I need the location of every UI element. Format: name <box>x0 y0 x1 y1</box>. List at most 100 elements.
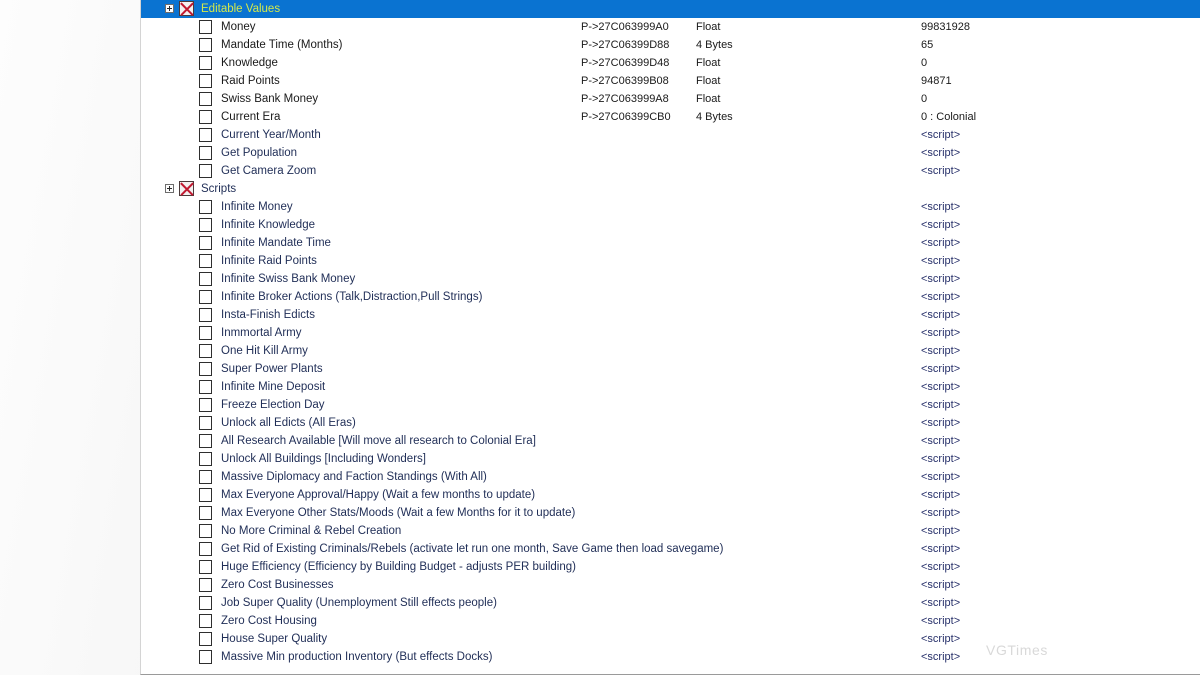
row-checkbox[interactable] <box>199 632 212 646</box>
table-row[interactable]: Super Power Plants<script> <box>141 360 1200 378</box>
table-row[interactable]: Infinite Knowledge<script> <box>141 216 1200 234</box>
table-row[interactable]: Max Everyone Approval/Happy (Wait a few … <box>141 486 1200 504</box>
table-row[interactable]: KnowledgeP->27C06399D48Float0 <box>141 54 1200 72</box>
table-row[interactable]: Unlock all Edicts (All Eras)<script> <box>141 414 1200 432</box>
row-value[interactable]: <script> <box>921 414 960 432</box>
row-checkbox[interactable] <box>199 434 212 448</box>
row-checkbox[interactable] <box>199 92 212 106</box>
table-row[interactable]: Infinite Swiss Bank Money<script> <box>141 270 1200 288</box>
row-value[interactable]: <script> <box>921 216 960 234</box>
table-row[interactable]: MoneyP->27C063999A0Float99831928 <box>141 18 1200 36</box>
row-checkbox[interactable] <box>199 542 212 556</box>
table-row[interactable]: Max Everyone Other Stats/Moods (Wait a f… <box>141 504 1200 522</box>
row-checkbox[interactable] <box>199 650 212 664</box>
table-row[interactable]: Get Rid of Existing Criminals/Rebels (ac… <box>141 540 1200 558</box>
row-checkbox[interactable] <box>199 488 212 502</box>
group-row[interactable]: Editable Values <box>141 0 1200 18</box>
row-value[interactable]: <script> <box>921 162 960 180</box>
row-value[interactable]: <script> <box>921 504 960 522</box>
group-row[interactable]: Scripts <box>141 180 1200 198</box>
row-checkbox[interactable] <box>199 290 212 304</box>
row-checkbox[interactable] <box>199 416 212 430</box>
row-checkbox[interactable] <box>199 20 212 34</box>
row-value[interactable]: <script> <box>921 396 960 414</box>
row-value[interactable]: <script> <box>921 306 960 324</box>
row-value[interactable]: <script> <box>921 540 960 558</box>
group-checkbox-red-x[interactable] <box>179 1 194 16</box>
row-checkbox[interactable] <box>199 74 212 88</box>
row-checkbox[interactable] <box>199 218 212 232</box>
table-row[interactable]: All Research Available [Will move all re… <box>141 432 1200 450</box>
row-checkbox[interactable] <box>199 560 212 574</box>
table-row[interactable]: Infinite Money<script> <box>141 198 1200 216</box>
row-checkbox[interactable] <box>199 326 212 340</box>
row-checkbox[interactable] <box>199 38 212 52</box>
expand-plus-icon[interactable] <box>165 184 174 193</box>
row-value[interactable]: <script> <box>921 288 960 306</box>
row-checkbox[interactable] <box>199 110 212 124</box>
table-row[interactable]: Infinite Mandate Time<script> <box>141 234 1200 252</box>
row-checkbox[interactable] <box>199 56 212 70</box>
row-checkbox[interactable] <box>199 308 212 322</box>
table-row[interactable]: Current EraP->27C06399CB04 Bytes0 : Colo… <box>141 108 1200 126</box>
table-row[interactable]: Zero Cost Housing<script> <box>141 612 1200 630</box>
row-value[interactable]: <script> <box>921 576 960 594</box>
row-checkbox[interactable] <box>199 146 212 160</box>
row-checkbox[interactable] <box>199 236 212 250</box>
row-checkbox[interactable] <box>199 452 212 466</box>
cheat-table-panel[interactable]: Editable ValuesMoneyP->27C063999A0Float9… <box>140 0 1200 675</box>
row-value[interactable]: 65 <box>921 36 933 54</box>
row-value[interactable]: <script> <box>921 594 960 612</box>
table-row[interactable]: Infinite Mine Deposit<script> <box>141 378 1200 396</box>
expand-plus-icon[interactable] <box>165 4 174 13</box>
table-row[interactable]: Huge Efficiency (Efficiency by Building … <box>141 558 1200 576</box>
row-value[interactable]: <script> <box>921 450 960 468</box>
row-checkbox[interactable] <box>199 128 212 142</box>
row-checkbox[interactable] <box>199 614 212 628</box>
row-value[interactable]: <script> <box>921 522 960 540</box>
row-value[interactable]: <script> <box>921 468 960 486</box>
table-row[interactable]: Infinite Broker Actions (Talk,Distractio… <box>141 288 1200 306</box>
row-checkbox[interactable] <box>199 344 212 358</box>
row-value[interactable]: <script> <box>921 324 960 342</box>
table-row[interactable]: Raid PointsP->27C06399B08Float94871 <box>141 72 1200 90</box>
row-checkbox[interactable] <box>199 470 212 484</box>
row-value[interactable]: <script> <box>921 198 960 216</box>
table-row[interactable]: Unlock All Buildings [Including Wonders]… <box>141 450 1200 468</box>
row-checkbox[interactable] <box>199 164 212 178</box>
row-checkbox[interactable] <box>199 506 212 520</box>
row-value[interactable]: <script> <box>921 126 960 144</box>
row-value[interactable]: <script> <box>921 234 960 252</box>
row-value[interactable]: 94871 <box>921 72 952 90</box>
row-checkbox[interactable] <box>199 398 212 412</box>
table-row[interactable]: No More Criminal & Rebel Creation<script… <box>141 522 1200 540</box>
row-value[interactable]: 0 <box>921 54 927 72</box>
row-value[interactable]: 99831928 <box>921 18 970 36</box>
table-row[interactable]: Swiss Bank MoneyP->27C063999A8Float0 <box>141 90 1200 108</box>
table-row[interactable]: Get Population<script> <box>141 144 1200 162</box>
table-row[interactable]: Massive Diplomacy and Faction Standings … <box>141 468 1200 486</box>
group-checkbox-red-x[interactable] <box>179 181 194 196</box>
row-checkbox[interactable] <box>199 524 212 538</box>
row-checkbox[interactable] <box>199 596 212 610</box>
row-value[interactable]: <script> <box>921 432 960 450</box>
row-value[interactable]: <script> <box>921 486 960 504</box>
row-value[interactable]: 0 : Colonial <box>921 108 976 126</box>
row-value[interactable]: <script> <box>921 648 960 666</box>
table-row[interactable]: Job Super Quality (Unemployment Still ef… <box>141 594 1200 612</box>
table-row[interactable]: Zero Cost Businesses<script> <box>141 576 1200 594</box>
table-row[interactable]: Infinite Raid Points<script> <box>141 252 1200 270</box>
row-checkbox[interactable] <box>199 254 212 268</box>
row-checkbox[interactable] <box>199 200 212 214</box>
row-checkbox[interactable] <box>199 272 212 286</box>
table-row[interactable]: Get Camera Zoom<script> <box>141 162 1200 180</box>
table-row[interactable]: Freeze Election Day<script> <box>141 396 1200 414</box>
table-row[interactable]: One Hit Kill Army<script> <box>141 342 1200 360</box>
row-checkbox[interactable] <box>199 362 212 376</box>
table-row[interactable]: Insta-Finish Edicts<script> <box>141 306 1200 324</box>
row-value[interactable]: <script> <box>921 612 960 630</box>
row-value[interactable]: <script> <box>921 378 960 396</box>
row-value[interactable]: 0 <box>921 90 927 108</box>
row-value[interactable]: <script> <box>921 558 960 576</box>
row-value[interactable]: <script> <box>921 270 960 288</box>
